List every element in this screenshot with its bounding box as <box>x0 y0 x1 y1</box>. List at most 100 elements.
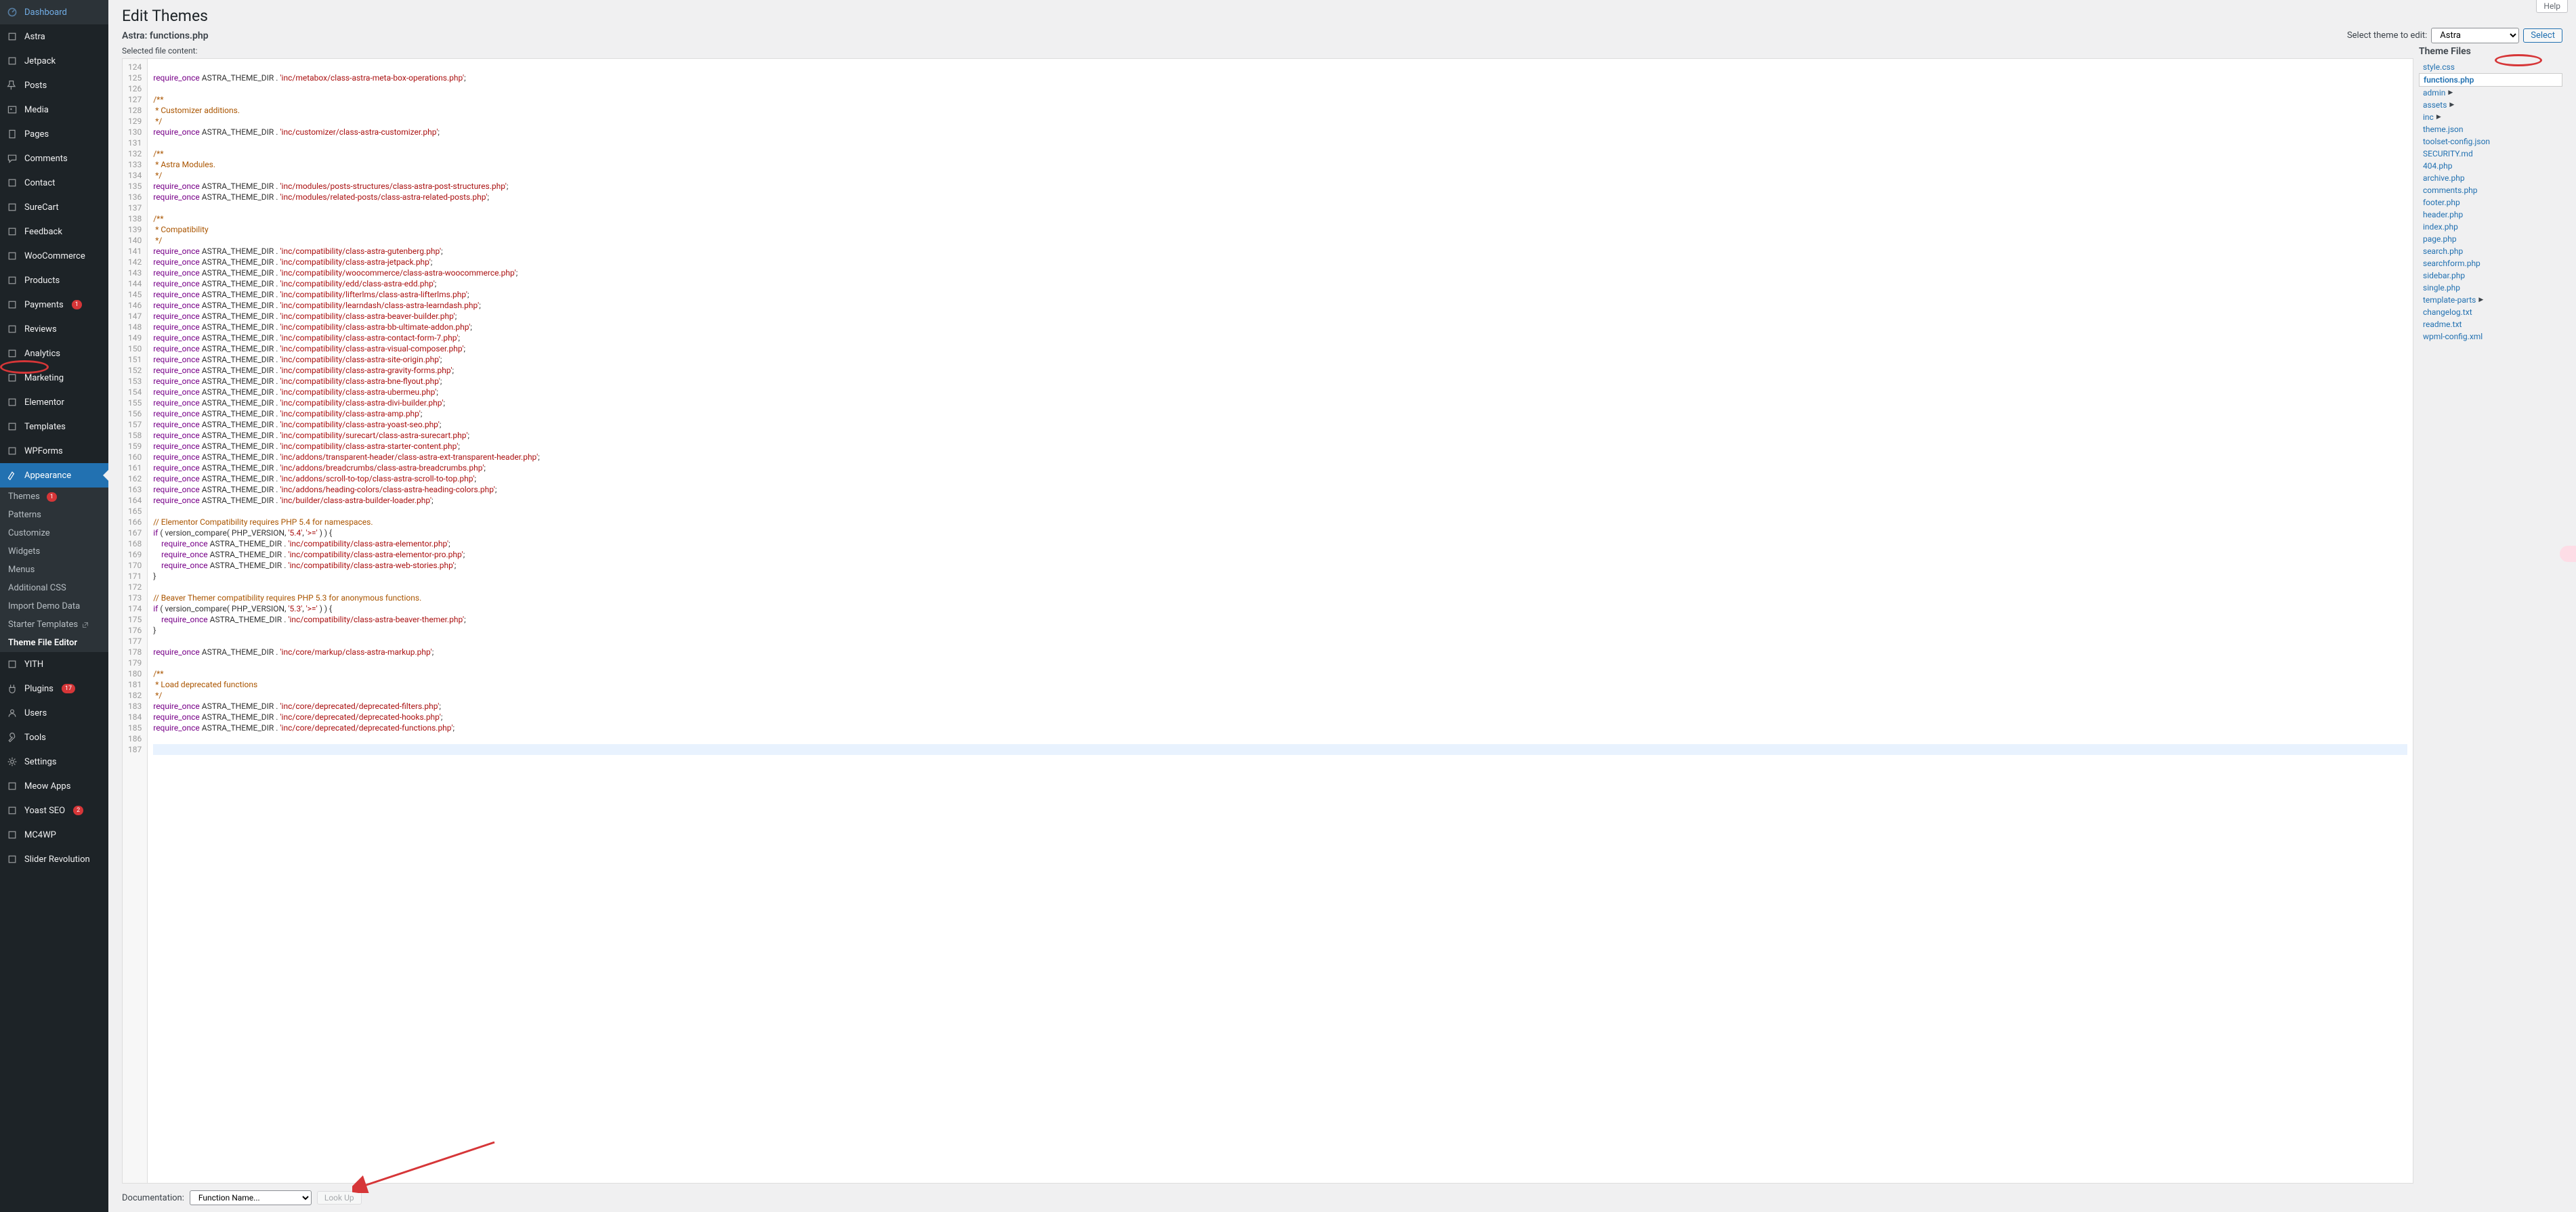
sidebar-item-products[interactable]: Products <box>0 268 108 293</box>
products-icon <box>5 274 19 287</box>
subtitle: Astra: functions.php <box>122 30 209 41</box>
sidebar-item-surecart[interactable]: SureCart <box>0 195 108 219</box>
file-item-theme-json[interactable]: theme.json <box>2419 123 2562 135</box>
sidebar-item-slider-revolution[interactable]: Slider Revolution <box>0 847 108 871</box>
sidebar-item-label: Settings <box>24 757 56 767</box>
sidebar-item-payments[interactable]: Payments1 <box>0 293 108 317</box>
doc-label: Documentation: <box>122 1193 184 1203</box>
submenu-item-themes[interactable]: Themes1 <box>0 488 108 506</box>
sidebar-item-users[interactable]: Users <box>0 701 108 725</box>
code-body[interactable]: require_once ASTRA_THEME_DIR . 'inc/meta… <box>148 59 2413 1183</box>
sidebar-item-wpforms[interactable]: WPForms <box>0 439 108 463</box>
file-item-page-php[interactable]: page.php <box>2419 233 2562 245</box>
submenu-item-widgets[interactable]: Widgets <box>0 542 108 561</box>
file-item-footer-php[interactable]: footer.php <box>2419 196 2562 209</box>
sidebar-item-meow-apps[interactable]: Meow Apps <box>0 774 108 798</box>
documentation-lookup: Documentation: Function Name... Look Up <box>122 1184 2413 1212</box>
submenu-item-menus[interactable]: Menus <box>0 561 108 579</box>
sidebar-item-reviews[interactable]: Reviews <box>0 317 108 341</box>
sidebar-item-tools[interactable]: Tools <box>0 725 108 750</box>
doc-select[interactable]: Function Name... <box>190 1190 312 1205</box>
submenu-item-customize[interactable]: Customize <box>0 524 108 542</box>
sidebar-item-woocommerce[interactable]: WooCommerce <box>0 244 108 268</box>
file-item-search-php[interactable]: search.php <box>2419 245 2562 257</box>
file-item-toolset-config-json[interactable]: toolset-config.json <box>2419 135 2562 148</box>
sidebar-item-contact[interactable]: Contact <box>0 171 108 195</box>
file-item-searchform-php[interactable]: searchform.php <box>2419 257 2562 269</box>
submenu-label: Customize <box>8 528 50 538</box>
sidebar-item-dashboard[interactable]: Dashboard <box>0 0 108 24</box>
file-item-assets[interactable]: assets ▶ <box>2419 99 2562 111</box>
file-item-changelog-txt[interactable]: changelog.txt <box>2419 306 2562 318</box>
admin-sidebar: DashboardAstraJetpackPostsMediaPages Comm… <box>0 0 108 1212</box>
sidebar-item-marketing[interactable]: Marketing <box>0 366 108 390</box>
file-item-single-php[interactable]: single.php <box>2419 282 2562 294</box>
sidebar-item-jetpack[interactable]: Jetpack <box>0 49 108 73</box>
file-label: admin <box>2423 88 2445 98</box>
file-item-index-php[interactable]: index.php <box>2419 221 2562 233</box>
floating-badge[interactable] <box>2560 546 2576 562</box>
sidebar-item-settings[interactable]: Settings <box>0 750 108 774</box>
submenu-label: Theme File Editor <box>8 638 77 648</box>
sidebar-item-label: Slider Revolution <box>24 854 90 865</box>
file-item-wpml-config-xml[interactable]: wpml-config.xml <box>2419 330 2562 343</box>
theme-selector-label: Select theme to edit: <box>2347 30 2427 41</box>
theme-selector: Select theme to edit: Astra Select <box>2347 28 2562 43</box>
sidebar-item-label: WPForms <box>24 446 63 456</box>
submenu-item-patterns[interactable]: Patterns <box>0 506 108 524</box>
file-label: wpml-config.xml <box>2423 332 2483 341</box>
help-button[interactable]: Help <box>2536 0 2568 13</box>
submenu-item-import-demo-data[interactable]: Import Demo Data <box>0 597 108 615</box>
select-theme-button[interactable]: Select <box>2523 28 2562 43</box>
file-item-404-php[interactable]: 404.php <box>2419 160 2562 172</box>
submenu-label: Additional CSS <box>8 583 66 593</box>
wpforms-icon <box>5 444 19 458</box>
sidebar-item-label: Yoast SEO <box>24 806 65 816</box>
sidebar-item-astra[interactable]: Astra <box>0 24 108 49</box>
file-item-admin[interactable]: admin ▶ <box>2419 87 2562 99</box>
sidebar-item-pages[interactable]: Pages <box>0 122 108 146</box>
sidebar-item-mc4wp[interactable]: MC4WP <box>0 823 108 847</box>
submenu-item-additional-css[interactable]: Additional CSS <box>0 579 108 597</box>
lookup-button: Look Up <box>317 1191 362 1205</box>
sidebar-item-appearance[interactable]: Appearance <box>0 463 108 488</box>
file-item-style-css[interactable]: style.css <box>2419 61 2562 73</box>
astra-icon <box>5 30 19 43</box>
file-item-SECURITY-md[interactable]: SECURITY.md <box>2419 148 2562 160</box>
main-content: Help Edit Themes Astra: functions.php Se… <box>108 0 2576 1212</box>
slider-icon <box>5 852 19 866</box>
file-item-archive-php[interactable]: archive.php <box>2419 172 2562 184</box>
analytics-icon <box>5 347 19 360</box>
file-item-readme-txt[interactable]: readme.txt <box>2419 318 2562 330</box>
sidebar-item-label: Contact <box>24 178 55 188</box>
sidebar-item-yith[interactable]: YITH <box>0 652 108 676</box>
sidebar-item-elementor[interactable]: Elementor <box>0 390 108 414</box>
sidebar-item-comments[interactable]: Comments <box>0 146 108 171</box>
sidebar-item-analytics[interactable]: Analytics <box>0 341 108 366</box>
file-item-functions-php[interactable]: functions.php <box>2419 73 2562 87</box>
sidebar-item-plugins[interactable]: Plugins17 <box>0 676 108 701</box>
file-label: footer.php <box>2423 198 2460 207</box>
submenu-item-starter-templates[interactable]: Starter Templates <box>0 615 108 634</box>
folder-arrow-icon: ▶ <box>2436 114 2441 121</box>
sidebar-item-label: Comments <box>24 154 68 164</box>
feedback-icon <box>5 225 19 238</box>
sidebar-item-media[interactable]: Media <box>0 98 108 122</box>
line-gutter: 1241251261271281291301311321331341351361… <box>123 59 148 1183</box>
file-label: index.php <box>2423 222 2458 232</box>
file-item-sidebar-php[interactable]: sidebar.php <box>2419 269 2562 282</box>
sidebar-item-yoast-seo[interactable]: Yoast SEO2 <box>0 798 108 823</box>
sidebar-item-posts[interactable]: Posts <box>0 73 108 98</box>
theme-select[interactable]: Astra <box>2431 28 2519 43</box>
sidebar-item-feedback[interactable]: Feedback <box>0 219 108 244</box>
file-item-inc[interactable]: inc ▶ <box>2419 111 2562 123</box>
code-editor[interactable]: 1241251261271281291301311321331341351361… <box>122 58 2413 1184</box>
file-item-comments-php[interactable]: comments.php <box>2419 184 2562 196</box>
sidebar-item-templates[interactable]: Templates <box>0 414 108 439</box>
file-item-template-parts[interactable]: template-parts ▶ <box>2419 294 2562 306</box>
theme-files-panel: Theme Files style.cssfunctions.phpadmin … <box>2413 46 2562 1212</box>
submenu-label: Starter Templates <box>8 620 78 630</box>
folder-arrow-icon: ▶ <box>2448 89 2453 96</box>
file-item-header-php[interactable]: header.php <box>2419 209 2562 221</box>
submenu-item-theme-file-editor[interactable]: Theme File Editor <box>0 634 108 652</box>
